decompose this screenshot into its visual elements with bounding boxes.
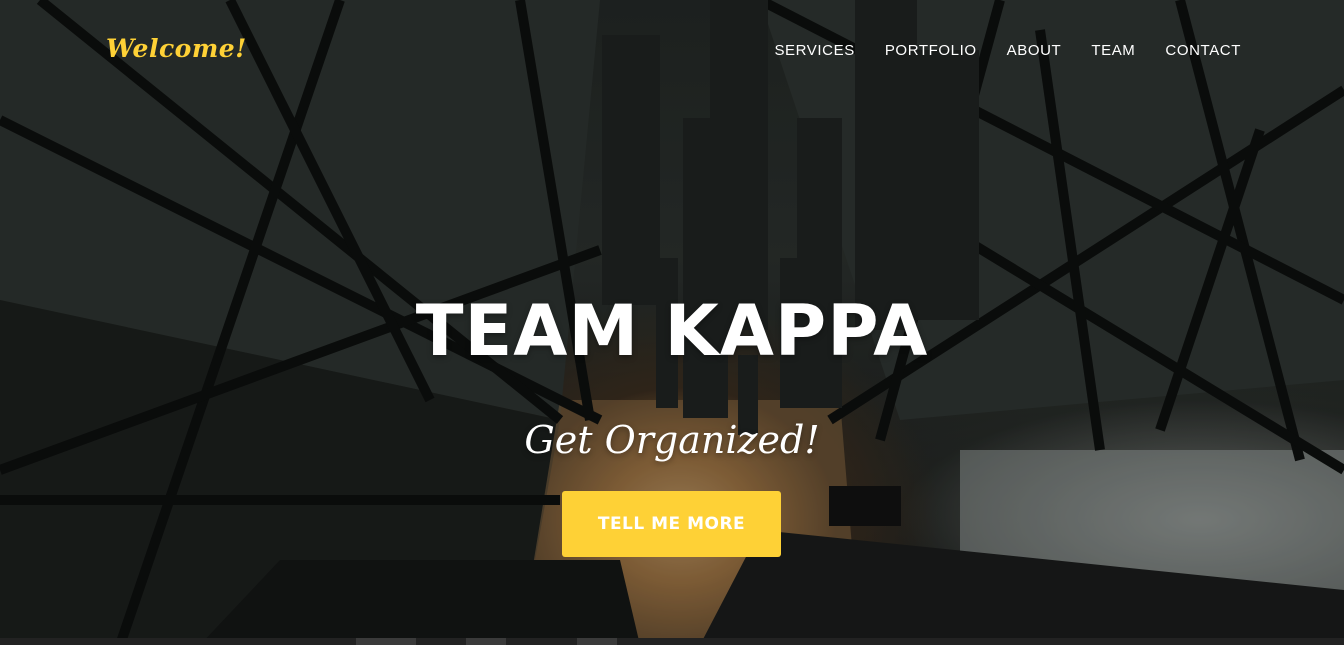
- nav-link-team[interactable]: TEAM: [1091, 42, 1135, 59]
- tell-me-more-button[interactable]: TELL ME MORE: [562, 491, 781, 557]
- hero-section: Welcome! SERVICES PORTFOLIO ABOUT TEAM C…: [0, 0, 1344, 645]
- nav-link-about[interactable]: ABOUT: [1007, 42, 1062, 59]
- nav-link-contact[interactable]: CONTACT: [1165, 42, 1241, 59]
- brand-logo-link[interactable]: Welcome!: [106, 34, 247, 63]
- hero-subheading: Get Organized!: [524, 418, 820, 462]
- hero-heading: TEAM KAPPA: [415, 290, 929, 372]
- main-nav: SERVICES PORTFOLIO ABOUT TEAM CONTACT: [744, 42, 1241, 59]
- nav-link-portfolio[interactable]: PORTFOLIO: [885, 42, 977, 59]
- bottom-strip: [0, 638, 1344, 645]
- nav-link-services[interactable]: SERVICES: [774, 42, 854, 59]
